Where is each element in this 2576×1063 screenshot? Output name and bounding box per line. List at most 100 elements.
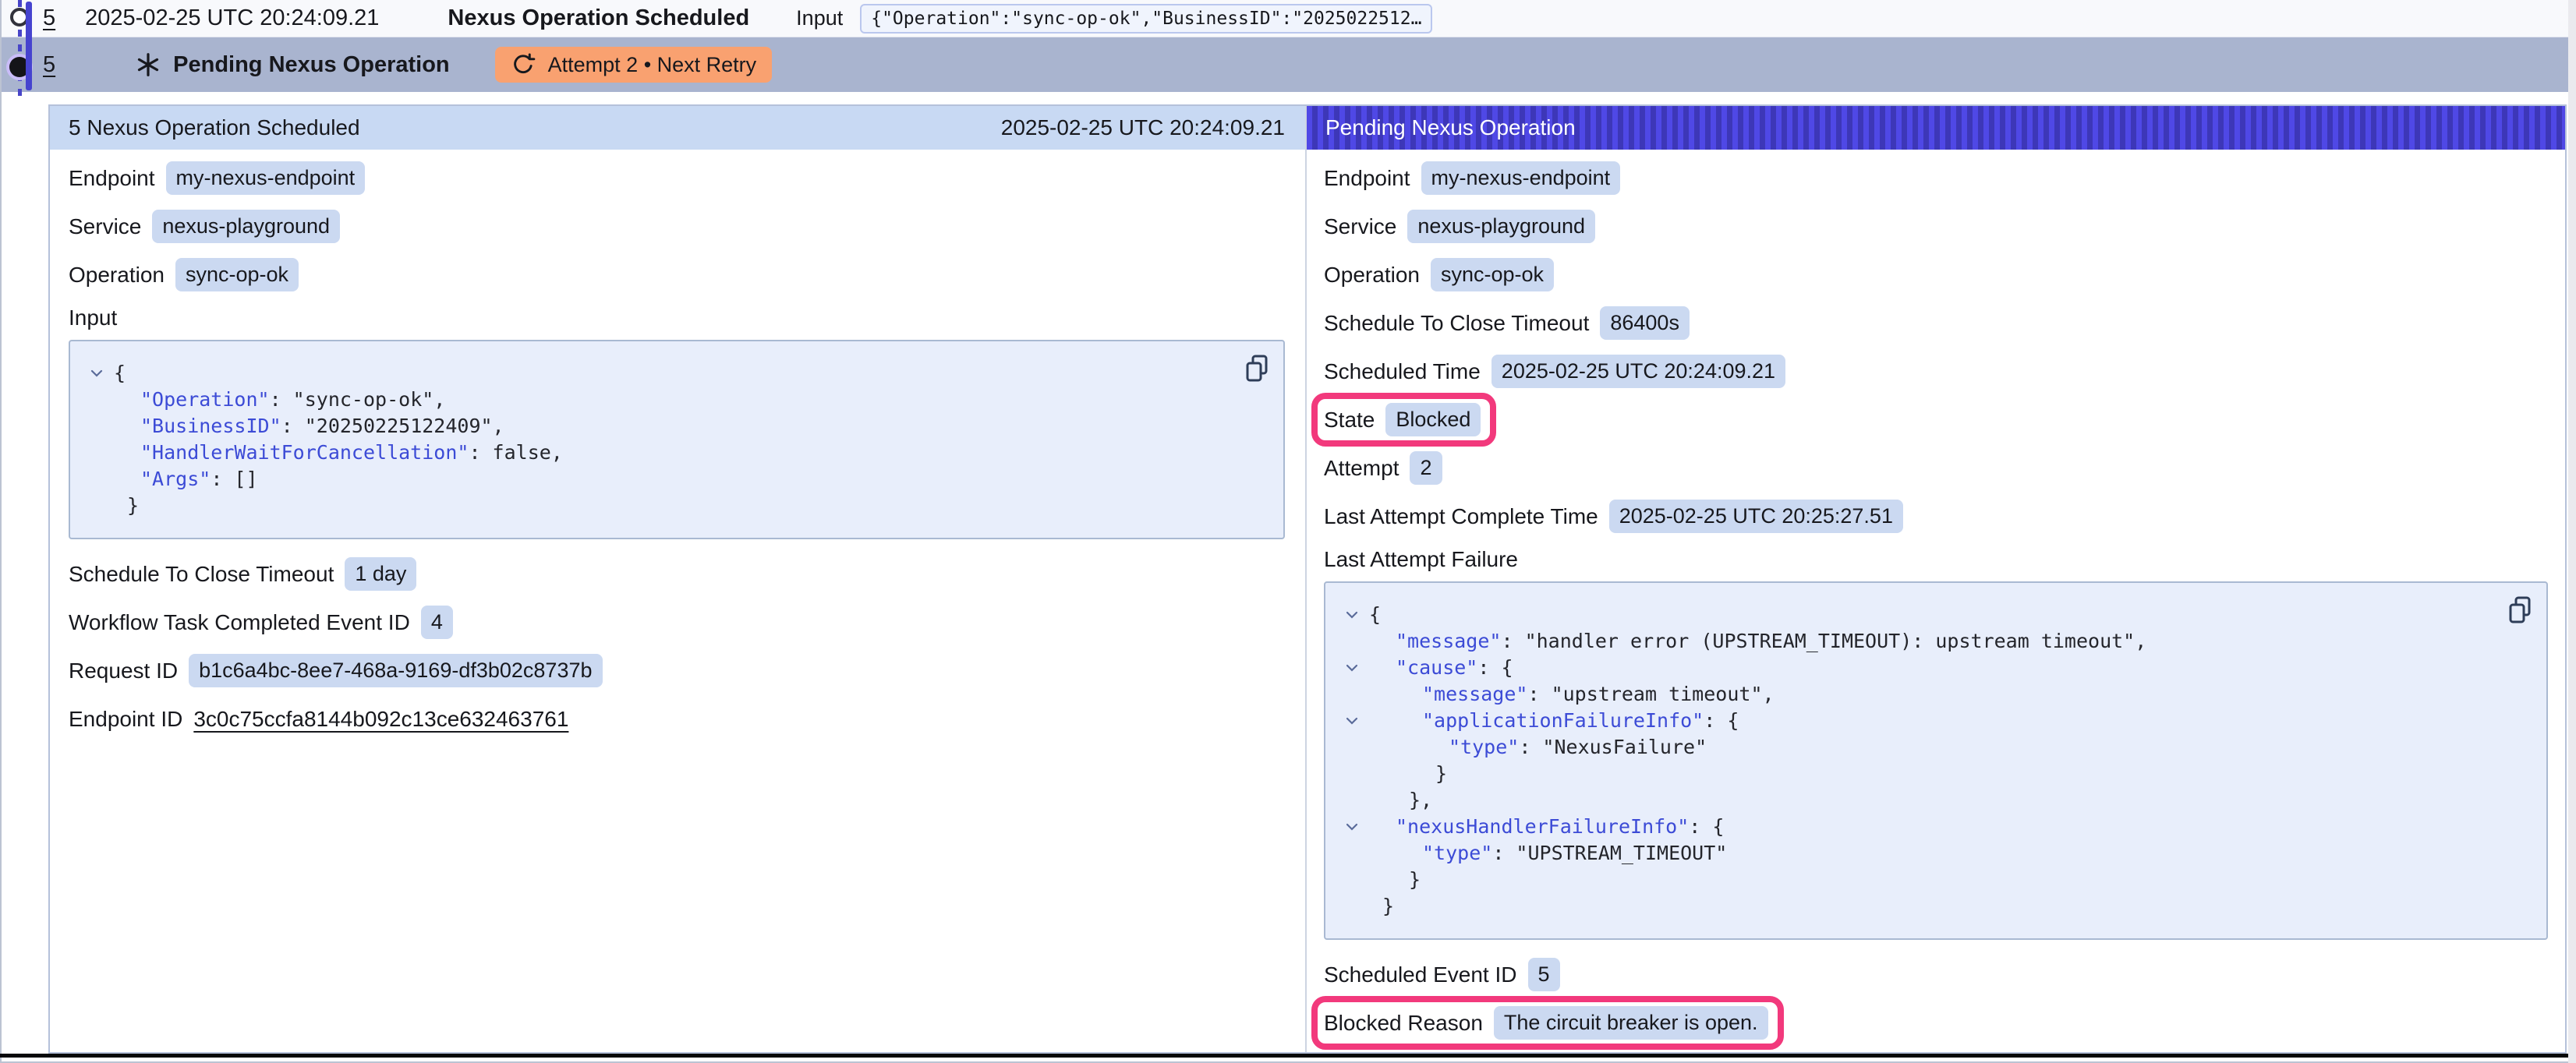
code-gutter bbox=[1346, 761, 1369, 787]
pending-nexus-operation-row[interactable]: 5 Pending Nexus Operation Attempt 2 • Ne… bbox=[2, 37, 2568, 92]
selected-event-indicator-bar bbox=[26, 2, 32, 90]
field-row-inner: Endpointmy-nexus-endpoint bbox=[1324, 161, 1620, 195]
field-label: Schedule To Close Timeout bbox=[1324, 311, 1589, 336]
field-row-scheduled-event-id: Scheduled Event ID5 bbox=[1324, 957, 2548, 992]
field-row-inner: Attempt2 bbox=[1324, 451, 1442, 485]
field-row-inner: Scheduled Time2025-02-25 UTC 20:24:09.21 bbox=[1324, 355, 1785, 388]
code-text: "Args": [] bbox=[114, 466, 258, 493]
field-value-link-endpoint-id[interactable]: 3c0c75ccfa8144b092c13ce632463761 bbox=[193, 707, 568, 732]
json-text: : "upstream timeout", bbox=[1527, 683, 1774, 705]
code-gutter bbox=[1346, 628, 1369, 655]
field-row-endpoint: Endpointmy-nexus-endpoint bbox=[1324, 161, 2548, 196]
code-text: "message": "upstream timeout", bbox=[1369, 681, 1775, 708]
field-row-inner: Endpointmy-nexus-endpoint bbox=[69, 161, 365, 195]
field-value-chip-schedule-to-close-timeout: 1 day bbox=[345, 557, 416, 591]
attempt-retry-badge-label: Attempt 2 • Next Retry bbox=[548, 53, 757, 77]
json-text: : { bbox=[1704, 709, 1739, 732]
code-text: { bbox=[114, 360, 126, 387]
field-row-inner: Operationsync-op-ok bbox=[1324, 258, 1554, 291]
field-label: Blocked Reason bbox=[1324, 1011, 1483, 1036]
attempt-retry-badge: Attempt 2 • Next Retry bbox=[495, 47, 773, 83]
code-text: }, bbox=[1369, 787, 1432, 814]
chevron-down-icon[interactable] bbox=[90, 360, 114, 387]
code-gutter bbox=[90, 466, 114, 493]
chevron-down-icon[interactable] bbox=[1346, 602, 1369, 628]
code-gutter bbox=[90, 440, 114, 466]
field-value-chip-workflow-task-completed-event-id: 4 bbox=[421, 606, 453, 639]
json-key: "nexusHandlerFailureInfo" bbox=[1396, 815, 1689, 838]
field-label: Schedule To Close Timeout bbox=[69, 562, 334, 587]
code-gutter bbox=[1346, 787, 1369, 814]
code-line: "cause": { bbox=[1346, 655, 2526, 681]
chevron-down-icon[interactable] bbox=[1346, 814, 1369, 840]
code-line: "Args": [] bbox=[90, 466, 1263, 493]
json-key: "message" bbox=[1396, 630, 1501, 652]
event-id-link[interactable]: 5 bbox=[43, 5, 55, 31]
code-line: { bbox=[90, 360, 1263, 387]
input-code-block: {"Operation": "sync-op-ok","BusinessID":… bbox=[69, 340, 1285, 539]
event-input-preview-chip[interactable]: {"Operation":"sync-op-ok","BusinessID":"… bbox=[860, 4, 1432, 34]
field-row-workflow-task-completed-event-id: Workflow Task Completed Event ID 4 bbox=[69, 605, 1285, 640]
field-row-service: Servicenexus-playground bbox=[1324, 209, 2548, 244]
event-detail-panel: 5 Nexus Operation Scheduled 2025-02-25 U… bbox=[48, 104, 2567, 1054]
field-row-operation: Operationsync-op-ok bbox=[69, 257, 1285, 292]
json-text: }, bbox=[1409, 789, 1432, 811]
pending-operation-detail-pane: Pending Nexus Operation Endpointmy-nexus… bbox=[1307, 106, 2565, 1052]
chevron-down-icon[interactable] bbox=[1346, 708, 1369, 734]
field-row-inner: Schedule To Close Timeout86400s bbox=[1324, 306, 1690, 340]
code-line: "type": "UPSTREAM_TIMEOUT" bbox=[1346, 840, 2526, 867]
scheduled-event-fields: Endpointmy-nexus-endpoint Servicenexus-pl… bbox=[50, 150, 1305, 736]
window-bottom-edge bbox=[0, 1054, 2576, 1058]
field-row-inner: Workflow Task Completed Event ID 4 bbox=[69, 606, 453, 639]
code-text: "type": "UPSTREAM_TIMEOUT" bbox=[1369, 840, 1727, 867]
code-line: "Operation": "sync-op-ok", bbox=[90, 387, 1263, 413]
code-line: "type": "NexusFailure" bbox=[1346, 734, 2526, 761]
field-row-endpoint: Endpointmy-nexus-endpoint bbox=[69, 161, 1285, 196]
json-key: "cause" bbox=[1396, 656, 1477, 679]
json-text: } bbox=[127, 494, 139, 517]
field-value-chip-operation: sync-op-ok bbox=[175, 258, 299, 291]
code-gutter bbox=[1346, 867, 1369, 893]
json-key: "Args" bbox=[140, 468, 211, 490]
json-key: "Operation" bbox=[140, 388, 270, 411]
field-row-inner: Request IDb1c6a4bc-8ee7-468a-9169-df3b02… bbox=[69, 654, 603, 687]
field-label-input: Input bbox=[69, 305, 1285, 330]
field-row-inner: StateBlocked bbox=[1324, 403, 1481, 436]
field-value-chip-scheduled-event-id: 5 bbox=[1528, 958, 1560, 991]
pending-event-id-link[interactable]: 5 bbox=[43, 52, 55, 78]
code-text: } bbox=[114, 493, 139, 519]
copy-icon[interactable] bbox=[1244, 354, 1269, 383]
json-key: "BusinessID" bbox=[140, 415, 281, 437]
copy-icon[interactable] bbox=[2507, 595, 2532, 625]
json-text: : "20250225122409", bbox=[281, 415, 504, 437]
code-line: } bbox=[1346, 893, 2526, 920]
field-row-scheduled-time: Scheduled Time2025-02-25 UTC 20:24:09.21 bbox=[1324, 354, 2548, 389]
code-text: } bbox=[1369, 867, 1421, 893]
vertical-scrollbar[interactable] bbox=[2568, 0, 2576, 1063]
field-row-schedule-to-close-timeout: Schedule To Close Timeout86400s bbox=[1324, 305, 2548, 341]
field-row-operation: Operationsync-op-ok bbox=[1324, 257, 2548, 292]
field-value-chip-blocked-reason: The circuit breaker is open. bbox=[1494, 1006, 1768, 1040]
field-row-blocked-reason: Blocked Reason The circuit breaker is ope… bbox=[1324, 1005, 2548, 1040]
code-line: "applicationFailureInfo": { bbox=[1346, 708, 2526, 734]
chevron-down-icon[interactable] bbox=[1346, 655, 1369, 681]
field-label: Workflow Task Completed Event ID bbox=[69, 610, 410, 635]
code-line: "nexusHandlerFailureInfo": { bbox=[1346, 814, 2526, 840]
field-value-chip-scheduled-time: 2025-02-25 UTC 20:24:09.21 bbox=[1491, 355, 1785, 388]
code-text: "cause": { bbox=[1369, 655, 1513, 681]
code-text: "Operation": "sync-op-ok", bbox=[114, 387, 445, 413]
field-label: Attempt bbox=[1324, 456, 1399, 481]
code-line: } bbox=[90, 493, 1263, 519]
field-row-inner: Servicenexus-playground bbox=[69, 210, 340, 243]
field-value-chip-request-id: b1c6a4bc-8ee7-468a-9169-df3b02c8737b bbox=[189, 654, 602, 687]
field-row-schedule-to-close-timeout: Schedule To Close Timeout 1 day bbox=[69, 556, 1285, 592]
code-text: "type": "NexusFailure" bbox=[1369, 734, 1707, 761]
field-label: Service bbox=[1324, 214, 1396, 239]
code-text: } bbox=[1369, 893, 1394, 920]
field-label: Endpoint ID bbox=[69, 707, 182, 732]
json-text: : "UPSTREAM_TIMEOUT" bbox=[1492, 842, 1727, 864]
event-row-nexus-operation-scheduled[interactable]: 5 2025-02-25 UTC 20:24:09.21 Nexus Opera… bbox=[2, 0, 2568, 37]
field-label: Service bbox=[69, 214, 141, 239]
json-key: "HandlerWaitForCancellation" bbox=[140, 441, 469, 464]
code-line: { bbox=[1346, 602, 2526, 628]
